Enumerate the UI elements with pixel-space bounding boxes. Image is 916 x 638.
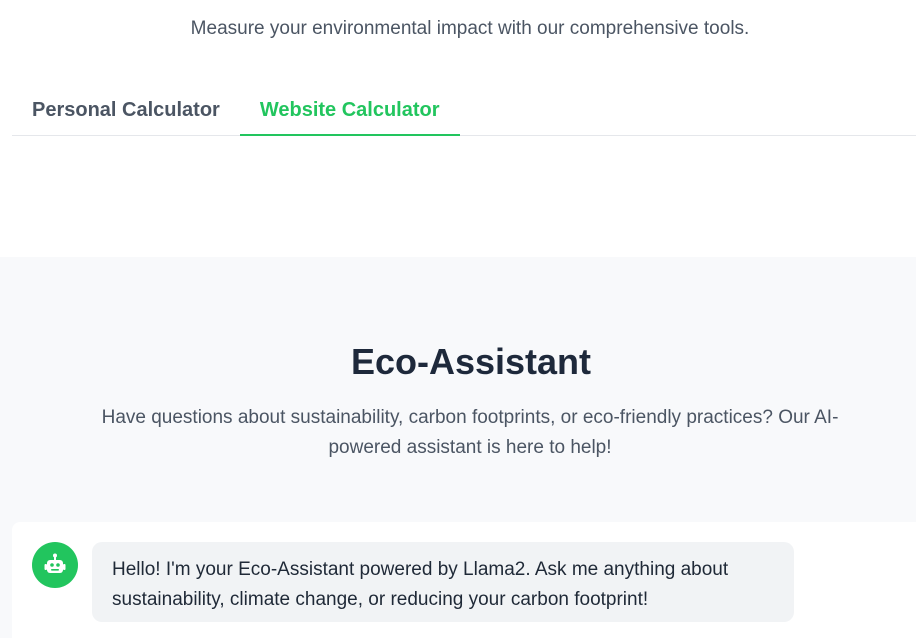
- calculator-section: Measure your environmental impact with o…: [0, 0, 916, 257]
- eco-assistant-section: Eco-Assistant Have questions about susta…: [0, 257, 916, 638]
- assistant-description: Have questions about sustainability, car…: [101, 407, 839, 458]
- assistant-message-bubble: Hello! I'm your Eco-Assistant powered by…: [92, 542, 794, 622]
- calculator-tabs: Personal Calculator Website Calculator: [12, 88, 916, 136]
- calculator-subtitle: Measure your environmental impact with o…: [190, 18, 750, 39]
- tab-website-calculator[interactable]: Website Calculator: [239, 88, 460, 136]
- tab-personal-calculator[interactable]: Personal Calculator: [12, 88, 240, 136]
- assistant-title: Eco-Assistant: [350, 341, 592, 382]
- robot-icon: [32, 542, 78, 588]
- chat-panel: Hello! I'm your Eco-Assistant powered by…: [12, 522, 916, 638]
